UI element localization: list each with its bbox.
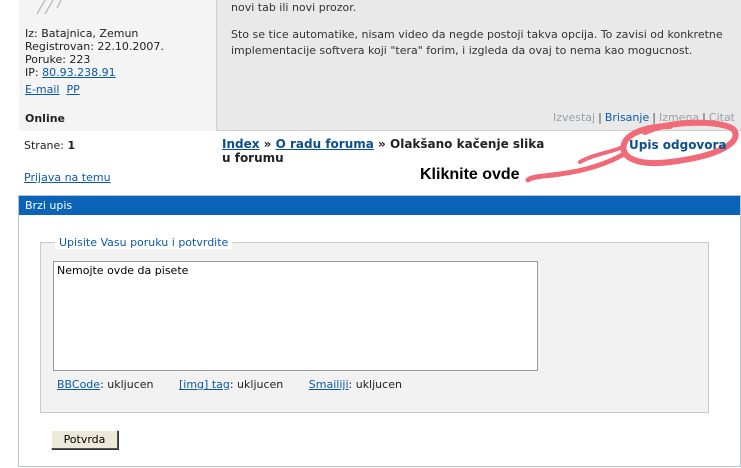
img-tag-link[interactable]: [img] tag	[179, 378, 230, 391]
message-line: novi tab ili novi prozor.	[231, 1, 357, 14]
user-online-status: Online	[25, 112, 66, 125]
submit-button[interactable]: Potvrda	[51, 430, 118, 449]
annotation-text: Kliknite ovde	[420, 166, 520, 183]
smilies-link[interactable]: Smailiji	[309, 378, 349, 391]
bbcode-link[interactable]: BBCode	[57, 378, 100, 391]
message-fieldset: Upisite Vasu poruku i potvrdite Nemojte …	[40, 236, 709, 413]
breadcrumb-forum-link[interactable]: O radu foruma	[276, 137, 374, 151]
bbcode-option: BBCode: ukljucen	[57, 378, 153, 391]
smilies-option: Smailiji: ukljucen	[309, 378, 402, 391]
quick-reply-header: Brzi upis	[19, 196, 740, 215]
annotation-circle	[525, 119, 739, 183]
pages-label: Strane:	[24, 139, 65, 152]
pages-value: 1	[67, 139, 76, 152]
pages-indicator: Strane: 1	[24, 139, 75, 152]
breadcrumb-index-link[interactable]: Index	[222, 137, 259, 151]
breadcrumb: Index » O radu foruma » Olakšano kačenje…	[222, 137, 552, 165]
user-registered: Registrovan: 22.10.2007.	[25, 40, 164, 53]
ip-label: IP:	[25, 66, 43, 79]
img-tag-option: [img] tag: ukljucen	[179, 378, 283, 391]
format-options: BBCode: ukljucen [img] tag: ukljucen Sma…	[57, 378, 424, 391]
email-link[interactable]: E-mail	[25, 83, 60, 96]
message-paragraph: Sto se tice automatike, nisam video da n…	[231, 28, 723, 57]
img-tag-status: : ukljucen	[229, 378, 284, 391]
avatar	[36, 0, 62, 15]
post-user-info: Iz: Batajnica, Zemun Registrovan: 22.10.…	[19, 0, 217, 131]
ip-link[interactable]: 80.93.238.91	[42, 66, 115, 79]
user-post-count: Poruke: 223	[25, 53, 91, 66]
user-location: Iz: Batajnica, Zemun	[25, 27, 139, 40]
breadcrumb-separator: »	[378, 137, 386, 151]
pp-link[interactable]: PP	[67, 83, 80, 96]
breadcrumb-separator: »	[263, 137, 272, 151]
message-textarea[interactable]: Nemojte ovde da pisete	[53, 261, 538, 371]
report-topic-link[interactable]: Prijava na temu	[24, 171, 111, 184]
user-contact-links: E-mail PP	[25, 83, 80, 96]
forum-post: Iz: Batajnica, Zemun Registrovan: 22.10.…	[19, 0, 741, 131]
smilies-status: : ukljucen	[348, 378, 402, 391]
user-ip: IP: 80.93.238.91	[25, 66, 116, 79]
reply-link[interactable]: Upis odgovora	[629, 138, 727, 152]
quick-reply-panel: Brzi upis Upisite Vasu poruku i potvrdit…	[18, 195, 741, 467]
post-message: novi tab ili novi prozor. Sto se tice au…	[231, 0, 731, 59]
fieldset-legend: Upisite Vasu poruku i potvrdite	[55, 236, 233, 249]
bbcode-status: : ukljucen	[100, 378, 154, 391]
